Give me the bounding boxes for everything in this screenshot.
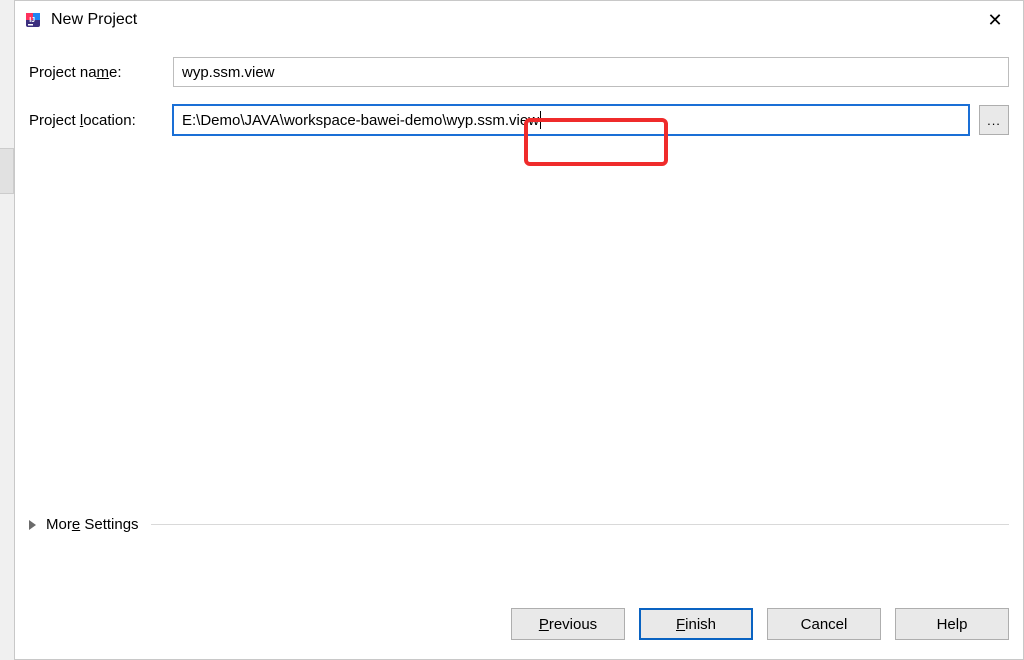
btn-text: revious [549,616,597,633]
background-window-stub [0,148,14,194]
label-mnemonic: e [72,516,80,533]
label-text: Settings [80,516,138,533]
btn-mnemonic: F [676,616,685,633]
btn-text: Help [937,616,968,633]
finish-button[interactable]: Finish [639,608,753,640]
project-name-row: Project name: [29,57,1009,87]
dialog-body: Project name: Project location: E:\Demo\… [15,39,1023,603]
help-button[interactable]: Help [895,608,1009,640]
new-project-dialog: IJ New Project ✕ Project name: Project l… [14,0,1024,660]
more-settings-expander[interactable]: More Settings [29,516,1009,533]
browse-label: ... [987,113,1001,128]
label-text: Mor [46,516,72,533]
browse-button[interactable]: ... [979,105,1009,135]
project-location-input[interactable] [173,105,969,135]
more-settings-label: More Settings [46,516,139,533]
btn-text: Cancel [801,616,848,633]
project-name-input[interactable] [173,57,1009,87]
label-text: ocation: [83,112,136,129]
previous-button[interactable]: Previous [511,608,625,640]
project-name-label: Project name: [29,64,173,81]
label-mnemonic: m [97,64,110,81]
project-location-field-wrap: E:\Demo\JAVA\workspace-bawei-demo\wyp.ss… [173,105,969,135]
project-location-label: Project location: [29,112,173,129]
separator-line [151,524,1009,525]
project-location-row: Project location: E:\Demo\JAVA\workspace… [29,105,1009,135]
close-icon[interactable]: ✕ [975,5,1015,35]
label-text: e: [109,64,122,81]
label-text: Project [29,112,80,129]
chevron-right-icon [29,520,36,530]
label-text: Project na [29,64,97,81]
dialog-footer: Previous Finish Cancel Help [15,603,1023,659]
btn-text: inish [685,616,716,633]
svg-text:IJ: IJ [29,17,35,24]
btn-mnemonic: P [539,616,549,633]
cancel-button[interactable]: Cancel [767,608,881,640]
titlebar: IJ New Project ✕ [15,1,1023,39]
intellij-icon: IJ [23,10,43,30]
window-title: New Project [51,11,975,29]
